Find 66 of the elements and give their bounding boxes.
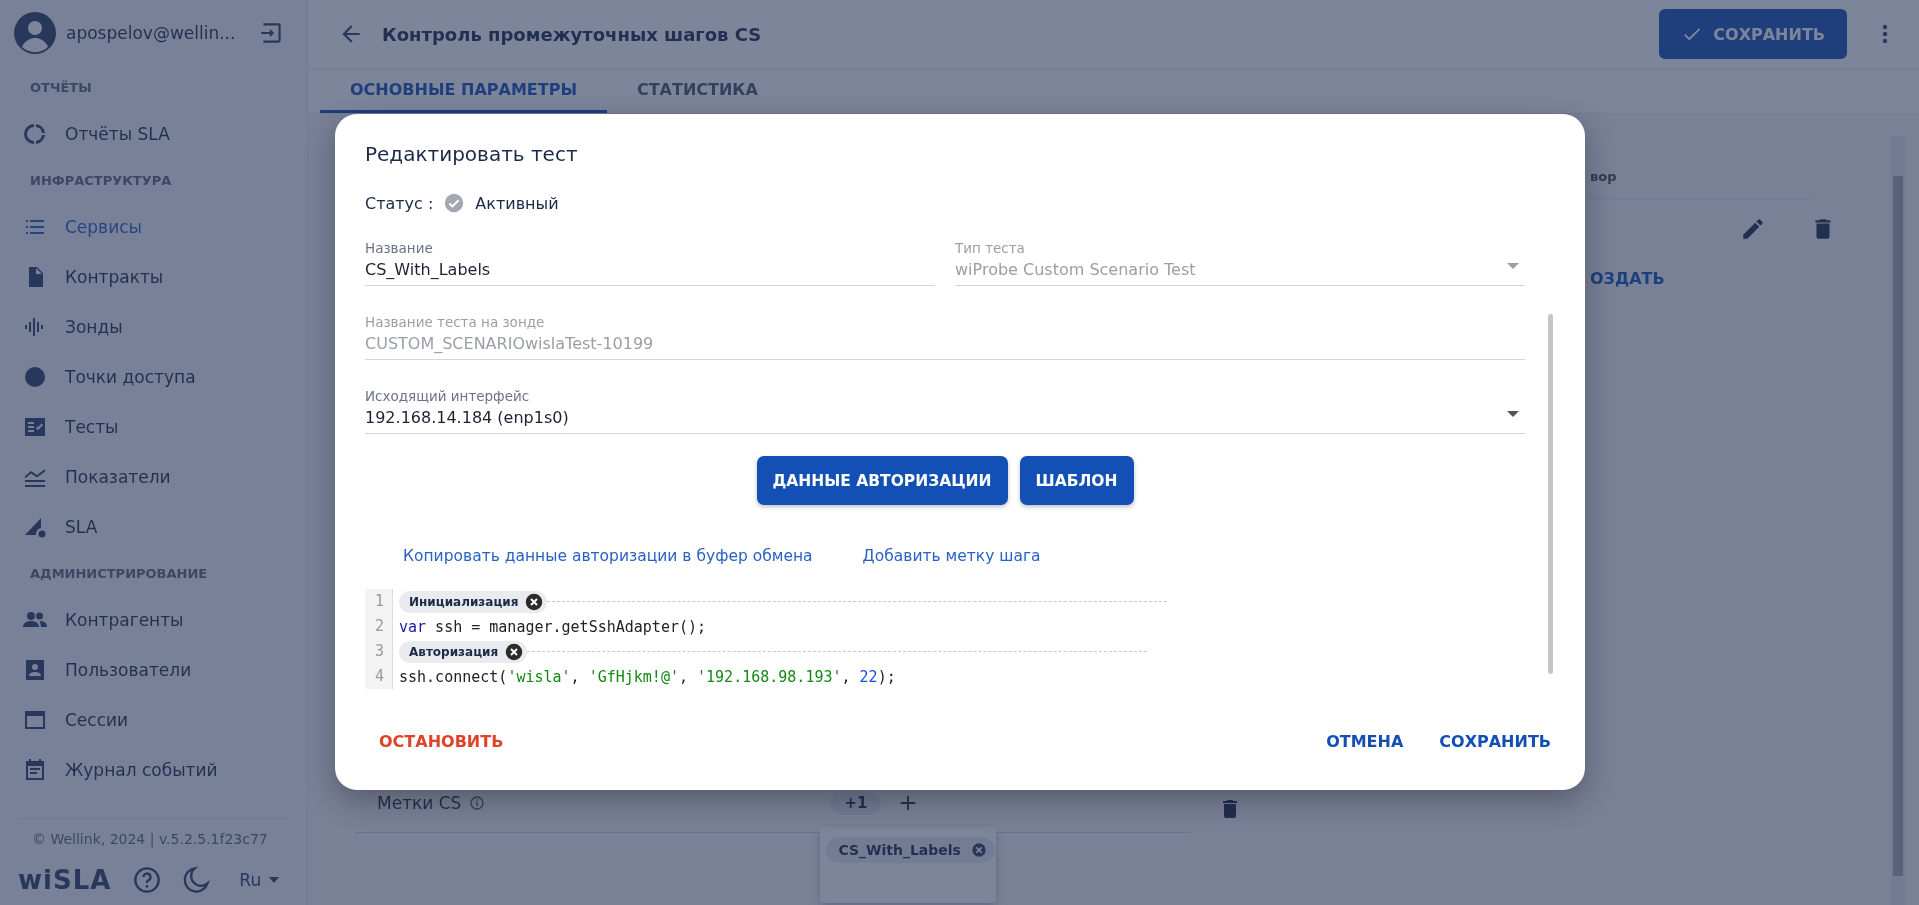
- action-button[interactable]: ДАННЫЕ АВТОРИЗАЦИИ: [756, 456, 1008, 505]
- count-chip[interactable]: +1: [830, 790, 882, 815]
- step-label-chip[interactable]: Авторизация: [399, 640, 528, 663]
- checklist-icon: [23, 415, 47, 439]
- donut-icon: [23, 122, 47, 146]
- sidebar-item[interactable]: Контрагенты: [0, 595, 307, 645]
- stop-button[interactable]: ОСТАНОВИТЬ: [355, 721, 518, 761]
- code-line: ssh.connect('wisla', 'GfHjkm!@', '192.168.98.193', 22);: [399, 667, 896, 686]
- code-line: var ssh = manager.getSshAdapter();: [399, 617, 707, 636]
- sidebar-item[interactable]: SLA: [0, 502, 307, 552]
- avatar-icon: [14, 12, 56, 54]
- dialog-title: Редактировать тест: [364, 141, 579, 166]
- column-header: вор: [1590, 154, 1810, 199]
- action-button[interactable]: ШАБЛОН: [1019, 456, 1134, 505]
- more-icon[interactable]: [1881, 22, 1889, 46]
- scrollbar[interactable]: [1548, 314, 1553, 674]
- line-number: 3: [365, 639, 393, 664]
- save-button[interactable]: СОХРАНИТЬ: [1425, 721, 1565, 761]
- caret-icon: [269, 877, 280, 883]
- field-label: Метки CS: [377, 792, 462, 813]
- info-icon[interactable]: [469, 794, 486, 811]
- status-label: Статус :: [365, 193, 434, 213]
- language-select[interactable]: Ru: [233, 869, 286, 891]
- calendar-icon: [23, 758, 47, 782]
- close-icon[interactable]: [525, 592, 544, 611]
- select-field[interactable]: Исходящий интерфейс 192.168.14.184 (enp1s0): [365, 388, 1525, 434]
- line-number: 4: [365, 664, 393, 689]
- logo: wiSLA: [18, 865, 112, 895]
- link[interactable]: Добавить метку шага: [862, 547, 1041, 565]
- sidebar-item[interactable]: Отчёты SLA: [0, 109, 307, 159]
- caret-icon[interactable]: [1507, 411, 1519, 417]
- page-title: Контроль промежуточных шагов CS: [382, 23, 763, 45]
- sidebar-item[interactable]: Сессии: [0, 695, 307, 745]
- edit-icon[interactable]: [1740, 216, 1766, 242]
- status-value: Активный: [475, 193, 559, 213]
- section-title: ОТЧЁТЫ: [29, 80, 93, 95]
- sidebar-item[interactable]: Точки доступа: [0, 352, 307, 402]
- contact-card-icon: [23, 658, 47, 682]
- sidebar-item[interactable]: Журнал событий: [0, 745, 307, 795]
- line-number: 2: [365, 614, 393, 639]
- moon-icon[interactable]: [183, 866, 212, 894]
- user-name: apospelov@wellin...: [66, 23, 237, 43]
- scrollbar[interactable]: [1891, 136, 1905, 905]
- step-label-chip[interactable]: Инициализация: [399, 590, 548, 613]
- sidebar-item[interactable]: Тесты: [0, 402, 307, 452]
- close-icon[interactable]: [505, 642, 524, 661]
- save-button[interactable]: СОХРАНИТЬ: [1659, 9, 1847, 59]
- label-chip[interactable]: CS_With_Labels: [826, 836, 995, 863]
- tab[interactable]: СТАТИСТИКА: [606, 69, 788, 113]
- window-icon: [23, 708, 47, 732]
- create-button[interactable]: ОЗДАТЬ: [1590, 259, 1665, 298]
- sidebar-item[interactable]: Пользователи: [0, 645, 307, 695]
- sidebar-item[interactable]: Зонды: [0, 302, 307, 352]
- cancel-button[interactable]: ОТМЕНА: [1312, 721, 1418, 761]
- section-title: АДМИНИСТРИРОВАНИЕ: [29, 566, 209, 581]
- copyright-text: © Wellink, 2024 | v.5.2.5.1f23c77: [31, 830, 269, 850]
- help-icon[interactable]: [133, 866, 162, 894]
- circle-icon: [23, 365, 47, 389]
- sidebar-item[interactable]: Показатели: [0, 452, 307, 502]
- check-circle-icon: [443, 192, 466, 214]
- section-title: ИНФРАСТРУКТУРА: [29, 173, 173, 188]
- sidebar-item[interactable]: Сервисы: [0, 202, 307, 252]
- sidebar-item[interactable]: Контракты: [0, 252, 307, 302]
- line-number: 1: [365, 589, 393, 614]
- input-field[interactable]: Название CS_With_Labels: [365, 240, 935, 286]
- link[interactable]: Копировать данные авторизации в буфер обмена: [403, 547, 813, 565]
